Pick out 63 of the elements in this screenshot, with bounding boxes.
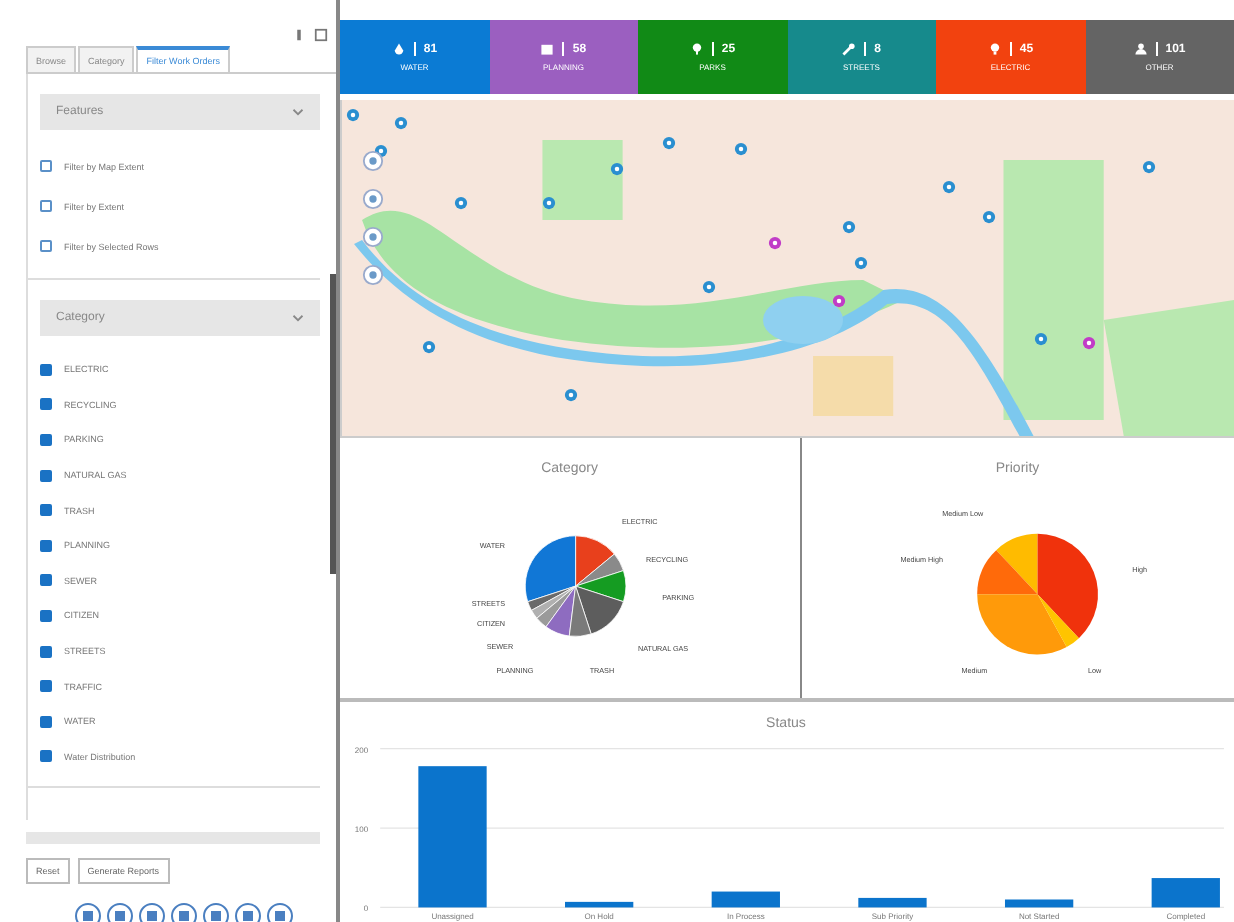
checkbox[interactable] (40, 433, 52, 446)
checkbox[interactable] (40, 715, 52, 728)
tool-icon[interactable] (138, 902, 166, 922)
bar (858, 897, 927, 908)
chevron-icon[interactable] (292, 106, 304, 118)
bar (1005, 899, 1074, 908)
checkbox[interactable] (40, 609, 52, 622)
map-marker-icon[interactable] (542, 196, 556, 210)
map-marker-icon[interactable] (1142, 160, 1156, 174)
map-marker-icon[interactable] (854, 256, 868, 270)
tool-icon[interactable] (266, 902, 294, 922)
checkbox[interactable] (40, 160, 52, 172)
checkbox[interactable] (40, 680, 52, 693)
map-marker-icon[interactable] (610, 162, 624, 176)
map-marker-icon[interactable] (422, 340, 436, 354)
map-marker-icon[interactable] (662, 136, 676, 150)
bar (418, 766, 487, 908)
checkbox[interactable] (40, 469, 52, 482)
map-marker-icon[interactable] (734, 142, 748, 156)
map-marker-icon[interactable] (942, 180, 956, 194)
checkbox[interactable] (40, 539, 52, 552)
bulb-icon (987, 42, 1002, 56)
checkbox[interactable] (40, 574, 52, 587)
building-icon (540, 42, 555, 56)
checkbox[interactable] (40, 504, 52, 517)
map-marker-icon[interactable] (832, 294, 846, 308)
map-marker-icon[interactable] (842, 220, 856, 234)
map-marker-icon[interactable] (346, 108, 360, 122)
checkbox[interactable] (40, 750, 52, 763)
bar (711, 891, 780, 908)
checkbox[interactable] (40, 645, 52, 658)
window-icon[interactable] (314, 28, 328, 42)
map-control-icon[interactable] (362, 226, 384, 248)
map-marker-icon[interactable] (564, 388, 578, 402)
map-marker-icon[interactable] (394, 116, 408, 130)
map-marker-icon[interactable] (982, 210, 996, 224)
map-marker-icon[interactable] (768, 236, 782, 250)
tool-icon[interactable] (106, 902, 134, 922)
map-marker-icon[interactable] (702, 280, 716, 294)
tool-icon[interactable] (202, 902, 230, 922)
map-marker-icon[interactable] (454, 196, 468, 210)
pie-chart-drawing (524, 535, 627, 637)
tool-icon[interactable] (170, 902, 198, 922)
map-control-icon[interactable] (362, 264, 384, 286)
bar (565, 901, 634, 908)
map-marker-icon[interactable] (1082, 336, 1096, 350)
tree-icon (689, 42, 704, 56)
person-icon (1133, 42, 1148, 56)
map-control-icon[interactable] (362, 188, 384, 210)
scrollbar[interactable] (330, 274, 336, 574)
pie-chart-drawing (976, 533, 1097, 655)
bar (1151, 878, 1220, 908)
checkbox[interactable] (40, 240, 52, 252)
drop-icon (391, 42, 406, 56)
wrench-icon (842, 42, 857, 56)
tool-icon[interactable] (74, 902, 102, 922)
checkbox[interactable] (40, 398, 52, 411)
checkbox[interactable] (40, 200, 52, 212)
map-control-icon[interactable] (362, 150, 384, 172)
checkbox[interactable] (40, 363, 52, 376)
map-marker-icon[interactable] (1034, 332, 1048, 346)
tool-icon[interactable] (234, 902, 262, 922)
chevron-icon[interactable] (292, 312, 304, 324)
